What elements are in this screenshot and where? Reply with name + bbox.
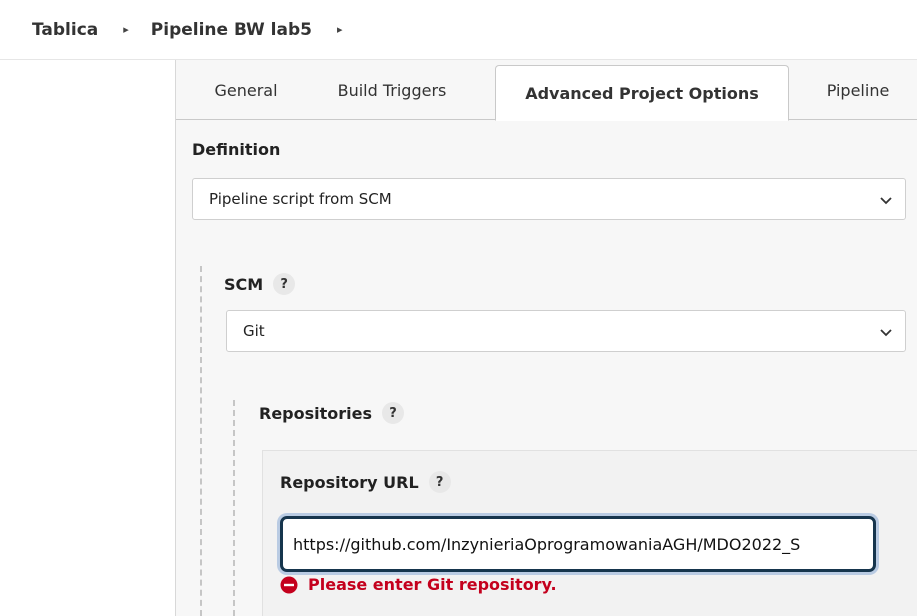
chevron-right-icon[interactable]: ▸ bbox=[123, 23, 129, 36]
scm-label-row: SCM ? bbox=[224, 273, 296, 295]
repositories-label-row: Repositories ? bbox=[259, 402, 405, 424]
tab-general[interactable]: General bbox=[190, 60, 302, 120]
repositories-help-icon[interactable]: ? bbox=[382, 402, 405, 424]
chevron-right-icon[interactable]: ▸ bbox=[337, 23, 343, 36]
config-panel: General Build Triggers Advanced Project … bbox=[175, 60, 917, 616]
config-tabs: General Build Triggers Advanced Project … bbox=[176, 60, 917, 121]
scm-select[interactable]: Git bbox=[226, 310, 906, 352]
tab-build-triggers[interactable]: Build Triggers bbox=[312, 60, 472, 120]
breadcrumb-dashboard-link[interactable]: Tablica bbox=[32, 20, 98, 40]
breadcrumb-job-link[interactable]: Pipeline BW lab5 bbox=[151, 20, 312, 40]
repositories-section-divider bbox=[233, 400, 235, 616]
repository-url-input[interactable] bbox=[280, 516, 876, 572]
breadcrumb: Tablica ▸ Pipeline BW lab5 ▸ bbox=[0, 0, 917, 60]
repository-url-help-icon[interactable]: ? bbox=[428, 471, 451, 493]
definition-selected-value: Pipeline script from SCM bbox=[209, 190, 392, 208]
definition-label: Definition bbox=[192, 140, 281, 159]
definition-select[interactable]: Pipeline script from SCM bbox=[192, 178, 906, 220]
tab-pipeline[interactable]: Pipeline bbox=[806, 60, 910, 120]
repository-url-label-row: Repository URL ? bbox=[280, 471, 451, 493]
scm-label: SCM bbox=[224, 274, 264, 294]
repositories-label: Repositories bbox=[259, 403, 373, 423]
repository-url-label: Repository URL bbox=[280, 472, 419, 492]
repository-url-error: Please enter Git repository. bbox=[280, 575, 557, 594]
scm-help-icon[interactable]: ? bbox=[273, 273, 296, 295]
scm-section-divider bbox=[200, 266, 202, 616]
error-circle-icon bbox=[280, 576, 298, 593]
tab-advanced-project-options[interactable]: Advanced Project Options bbox=[495, 65, 789, 121]
chevron-down-icon bbox=[880, 329, 892, 337]
scm-selected-value: Git bbox=[243, 322, 265, 340]
chevron-down-icon bbox=[880, 197, 892, 205]
repository-url-error-text: Please enter Git repository. bbox=[308, 575, 557, 594]
